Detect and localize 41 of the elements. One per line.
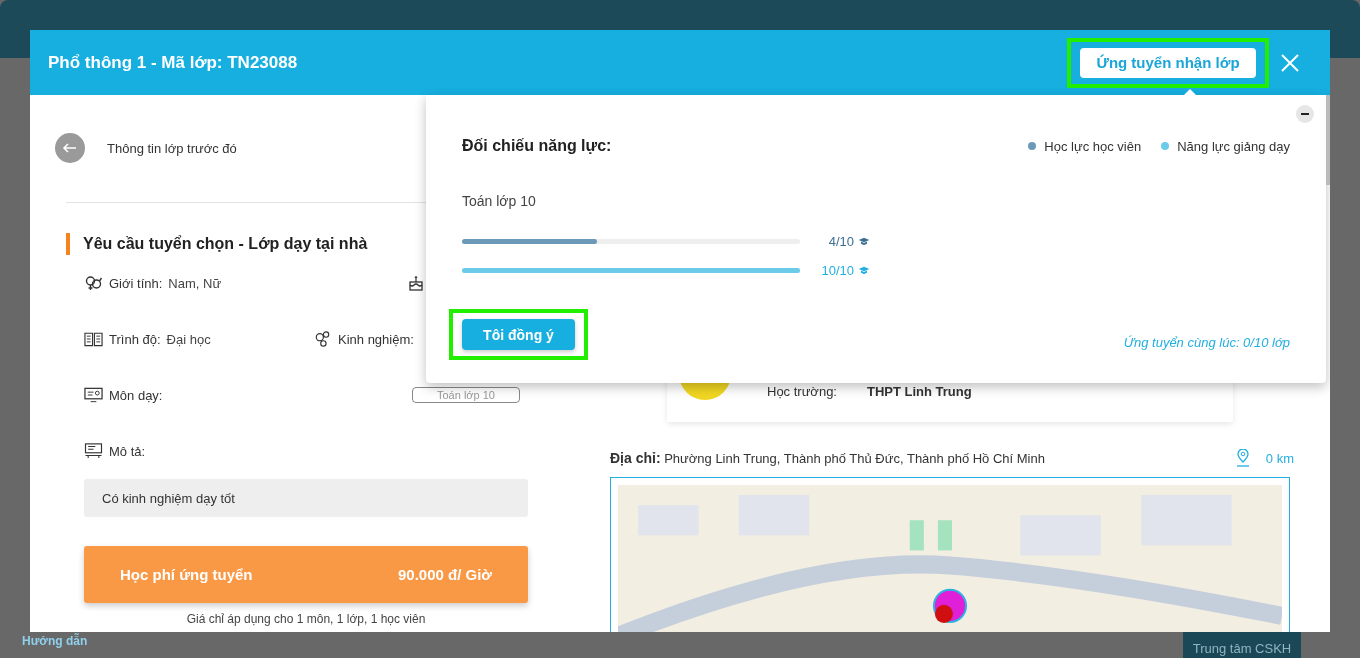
concurrent-applications-link[interactable]: Ứng tuyển cùng lúc: 0/10 lớp (1123, 335, 1290, 350)
help-link[interactable]: Hướng dẫn (22, 634, 88, 648)
gears-icon (313, 331, 332, 347)
subject-name: Toán lớp 10 (462, 193, 537, 209)
apply-button[interactable]: Ứng tuyển nhận lớp (1080, 47, 1256, 78)
book-icon (84, 331, 103, 347)
fee-note: Giá chỉ áp dụng cho 1 môn, 1 lớp, 1 học viên (185, 612, 427, 626)
agree-button[interactable]: Tôi đồng ý (462, 319, 575, 350)
field-label: Trình độ: (109, 331, 161, 347)
scrollbar[interactable] (1326, 95, 1330, 185)
distance-value: 0 km (1265, 450, 1294, 466)
graduation-cap-icon (858, 266, 870, 275)
legend-label: Năng lực giảng dạy (1177, 138, 1290, 154)
dialog-title: Phổ thông 1 - Mã lớp: TN23088 (48, 52, 298, 73)
fee-label: Học phí ứng tuyển (120, 566, 253, 583)
field-value: Nam, Nữ (168, 275, 222, 291)
subject-tag: Toán lớp 10 (412, 387, 520, 403)
monitor-icon (84, 387, 103, 403)
school-value: THPT Linh Trung (867, 383, 972, 399)
school-label: Học trường: (767, 383, 837, 399)
address-text: Địa chỉ: Phường Linh Trung, Thành phố Thủ Đức, Thành phố Hồ Chí Minh (610, 450, 1045, 466)
location-pin-icon[interactable] (1234, 449, 1251, 467)
presentation-board-icon (84, 443, 103, 459)
score-reading: 10/10 (820, 263, 854, 278)
field-label: Giới tính: (109, 275, 163, 291)
field-value: Đại học (166, 331, 211, 347)
field-label: Mô tả: (109, 443, 146, 459)
field-label: Kinh nghiệm: (338, 331, 414, 347)
field-label: Môn dạy: (109, 387, 163, 403)
legend-label: Học lực học viên (1044, 138, 1142, 154)
popover-title: Đối chiếu năng lực: (462, 137, 612, 155)
graduation-cap-icon (858, 237, 870, 246)
close-icon[interactable] (1280, 52, 1300, 73)
cake-icon (408, 275, 424, 291)
gender-icon (84, 275, 103, 291)
support-button[interactable]: Trung tâm CSKH (1183, 632, 1301, 658)
score-reading: 4/10 (827, 234, 854, 249)
description-box: Có kinh nghiệm dạy tốt (84, 479, 528, 517)
back-link[interactable]: Thông tin lớp trước đó (107, 140, 237, 156)
fee-value: 90.000 đ/ Giờ (397, 566, 492, 583)
minimize-icon[interactable] (1296, 105, 1314, 123)
